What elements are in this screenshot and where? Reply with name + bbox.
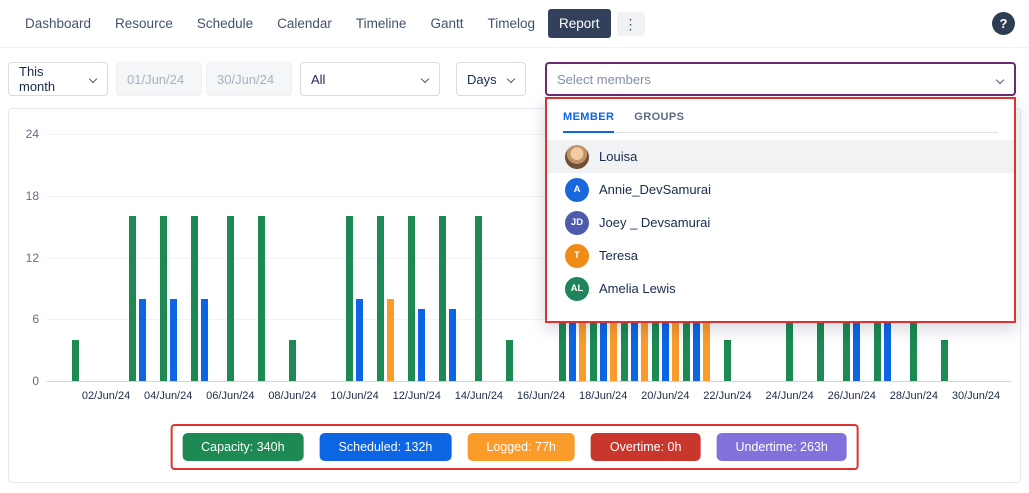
nav-tab-timelog[interactable]: Timelog <box>476 9 546 38</box>
nav-tab-dashboard[interactable]: Dashboard <box>14 9 102 38</box>
x-axis-label: 12/Jun/24 <box>384 390 450 402</box>
chevron-down-icon <box>421 75 429 83</box>
x-axis-label: 26/Jun/24 <box>819 390 885 402</box>
member-row[interactable]: AL Amelia Lewis <box>547 272 1014 305</box>
filter-bar: This month 01/Jun/24 30/Jun/24 All Days … <box>0 62 1029 96</box>
y-axis-label: 0 <box>9 374 39 388</box>
legend-logged-button[interactable]: Logged: 77h <box>467 433 575 461</box>
nav-tab-timeline[interactable]: Timeline <box>345 9 418 38</box>
member-panel: MEMBER GROUPS Louisa A Annie_DevSamurai JD Jo… <box>545 97 1016 323</box>
bar-capacity[interactable] <box>475 216 482 381</box>
x-axis-label: 04/Jun/24 <box>135 390 201 402</box>
y-axis-label: 12 <box>9 251 39 265</box>
member-name: Teresa <box>599 248 638 263</box>
nav-tab-resource[interactable]: Resource <box>104 9 184 38</box>
member-avatar-initials: JD <box>565 211 589 235</box>
bar-scheduled[interactable] <box>201 299 208 381</box>
member-list: Louisa A Annie_DevSamurai JD Joey _ Devsamur… <box>547 140 1014 305</box>
x-axis-label: 28/Jun/24 <box>881 390 947 402</box>
nav-tabs: DashboardResourceScheduleCalendarTimelin… <box>14 9 611 38</box>
chevron-down-icon <box>507 75 515 83</box>
bar-scheduled[interactable] <box>139 299 146 381</box>
bar-capacity[interactable] <box>191 216 198 381</box>
member-avatar-initials: AL <box>565 277 589 301</box>
member-row[interactable]: A Annie_DevSamurai <box>547 173 1014 206</box>
x-axis-label: 24/Jun/24 <box>757 390 823 402</box>
member-name: Amelia Lewis <box>599 281 676 296</box>
chevron-down-icon <box>996 76 1004 84</box>
x-axis-label: 08/Jun/24 <box>259 390 325 402</box>
bar-capacity[interactable] <box>129 216 136 381</box>
member-row[interactable]: T Teresa <box>547 239 1014 272</box>
bar-capacity[interactable] <box>377 216 384 381</box>
x-axis-line <box>47 381 1011 382</box>
legend-undertime-button[interactable]: Undertime: 263h <box>716 433 846 461</box>
x-axis-label: 10/Jun/24 <box>322 390 388 402</box>
period-select[interactable]: This month <box>8 62 108 96</box>
y-axis-label: 18 <box>9 189 39 203</box>
unit-select[interactable]: Days <box>456 62 526 96</box>
member-name: Louisa <box>599 149 637 164</box>
bar-capacity[interactable] <box>506 340 513 381</box>
member-avatar-initials: A <box>565 178 589 202</box>
member-avatar-photo <box>565 145 589 169</box>
nav-tab-report[interactable]: Report <box>548 9 611 38</box>
bar-scheduled[interactable] <box>418 309 425 381</box>
nav-tab-schedule[interactable]: Schedule <box>186 9 264 38</box>
x-axis-label: 02/Jun/24 <box>73 390 139 402</box>
scope-select[interactable]: All <box>300 62 440 96</box>
unit-value: Days <box>467 72 497 87</box>
panel-tab-groups[interactable]: GROUPS <box>634 111 684 132</box>
date-to-input[interactable]: 30/Jun/24 <box>206 62 292 96</box>
bar-scheduled[interactable] <box>356 299 363 381</box>
y-axis-label: 24 <box>9 127 39 141</box>
member-panel-tabs: MEMBER GROUPS <box>563 99 998 133</box>
x-axis-label: 14/Jun/24 <box>446 390 512 402</box>
bar-capacity[interactable] <box>160 216 167 381</box>
bar-capacity[interactable] <box>408 216 415 381</box>
bar-capacity[interactable] <box>72 340 79 381</box>
bar-capacity[interactable] <box>227 216 234 381</box>
help-button[interactable]: ? <box>992 12 1015 35</box>
member-row[interactable]: Louisa <box>547 140 1014 173</box>
member-row[interactable]: JD Joey _ Devsamurai <box>547 206 1014 239</box>
chart-legend: Capacity: 340h Scheduled: 132h Logged: 77h… <box>182 433 847 461</box>
members-select[interactable]: Select members <box>545 62 1016 96</box>
member-avatar-initials: T <box>565 244 589 268</box>
bar-capacity[interactable] <box>439 216 446 381</box>
nav-tab-calendar[interactable]: Calendar <box>266 9 343 38</box>
top-navigation: DashboardResourceScheduleCalendarTimelin… <box>0 0 1029 48</box>
y-axis-label: 6 <box>9 312 39 326</box>
bar-scheduled[interactable] <box>170 299 177 381</box>
x-axis-label: 30/Jun/24 <box>943 390 1009 402</box>
members-placeholder: Select members <box>557 72 651 87</box>
bar-scheduled[interactable] <box>449 309 456 381</box>
x-axis-label: 22/Jun/24 <box>694 390 760 402</box>
legend-scheduled-button[interactable]: Scheduled: 132h <box>320 433 452 461</box>
bar-capacity[interactable] <box>289 340 296 381</box>
panel-tab-member[interactable]: MEMBER <box>563 111 614 133</box>
period-value: This month <box>19 64 79 94</box>
bar-logged[interactable] <box>387 299 394 381</box>
legend-capacity-button[interactable]: Capacity: 340h <box>182 433 303 461</box>
scope-value: All <box>311 72 325 87</box>
bar-capacity[interactable] <box>941 340 948 381</box>
legend-overtime-button[interactable]: Overtime: 0h <box>591 433 701 461</box>
x-axis-label: 06/Jun/24 <box>197 390 263 402</box>
date-from-input[interactable]: 01/Jun/24 <box>116 62 202 96</box>
bar-capacity[interactable] <box>724 340 731 381</box>
member-name: Joey _ Devsamurai <box>599 215 710 230</box>
nav-tab-gantt[interactable]: Gantt <box>419 9 474 38</box>
bar-capacity[interactable] <box>346 216 353 381</box>
member-name: Annie_DevSamurai <box>599 182 711 197</box>
more-options-button[interactable]: ⋮ <box>617 12 645 36</box>
chevron-down-icon <box>89 75 97 83</box>
legend-annotation-box: Capacity: 340h Scheduled: 132h Logged: 77h… <box>170 424 859 470</box>
bar-capacity[interactable] <box>258 216 265 381</box>
x-axis-label: 20/Jun/24 <box>632 390 698 402</box>
x-axis-label: 18/Jun/24 <box>570 390 636 402</box>
x-axis-label: 16/Jun/24 <box>508 390 574 402</box>
